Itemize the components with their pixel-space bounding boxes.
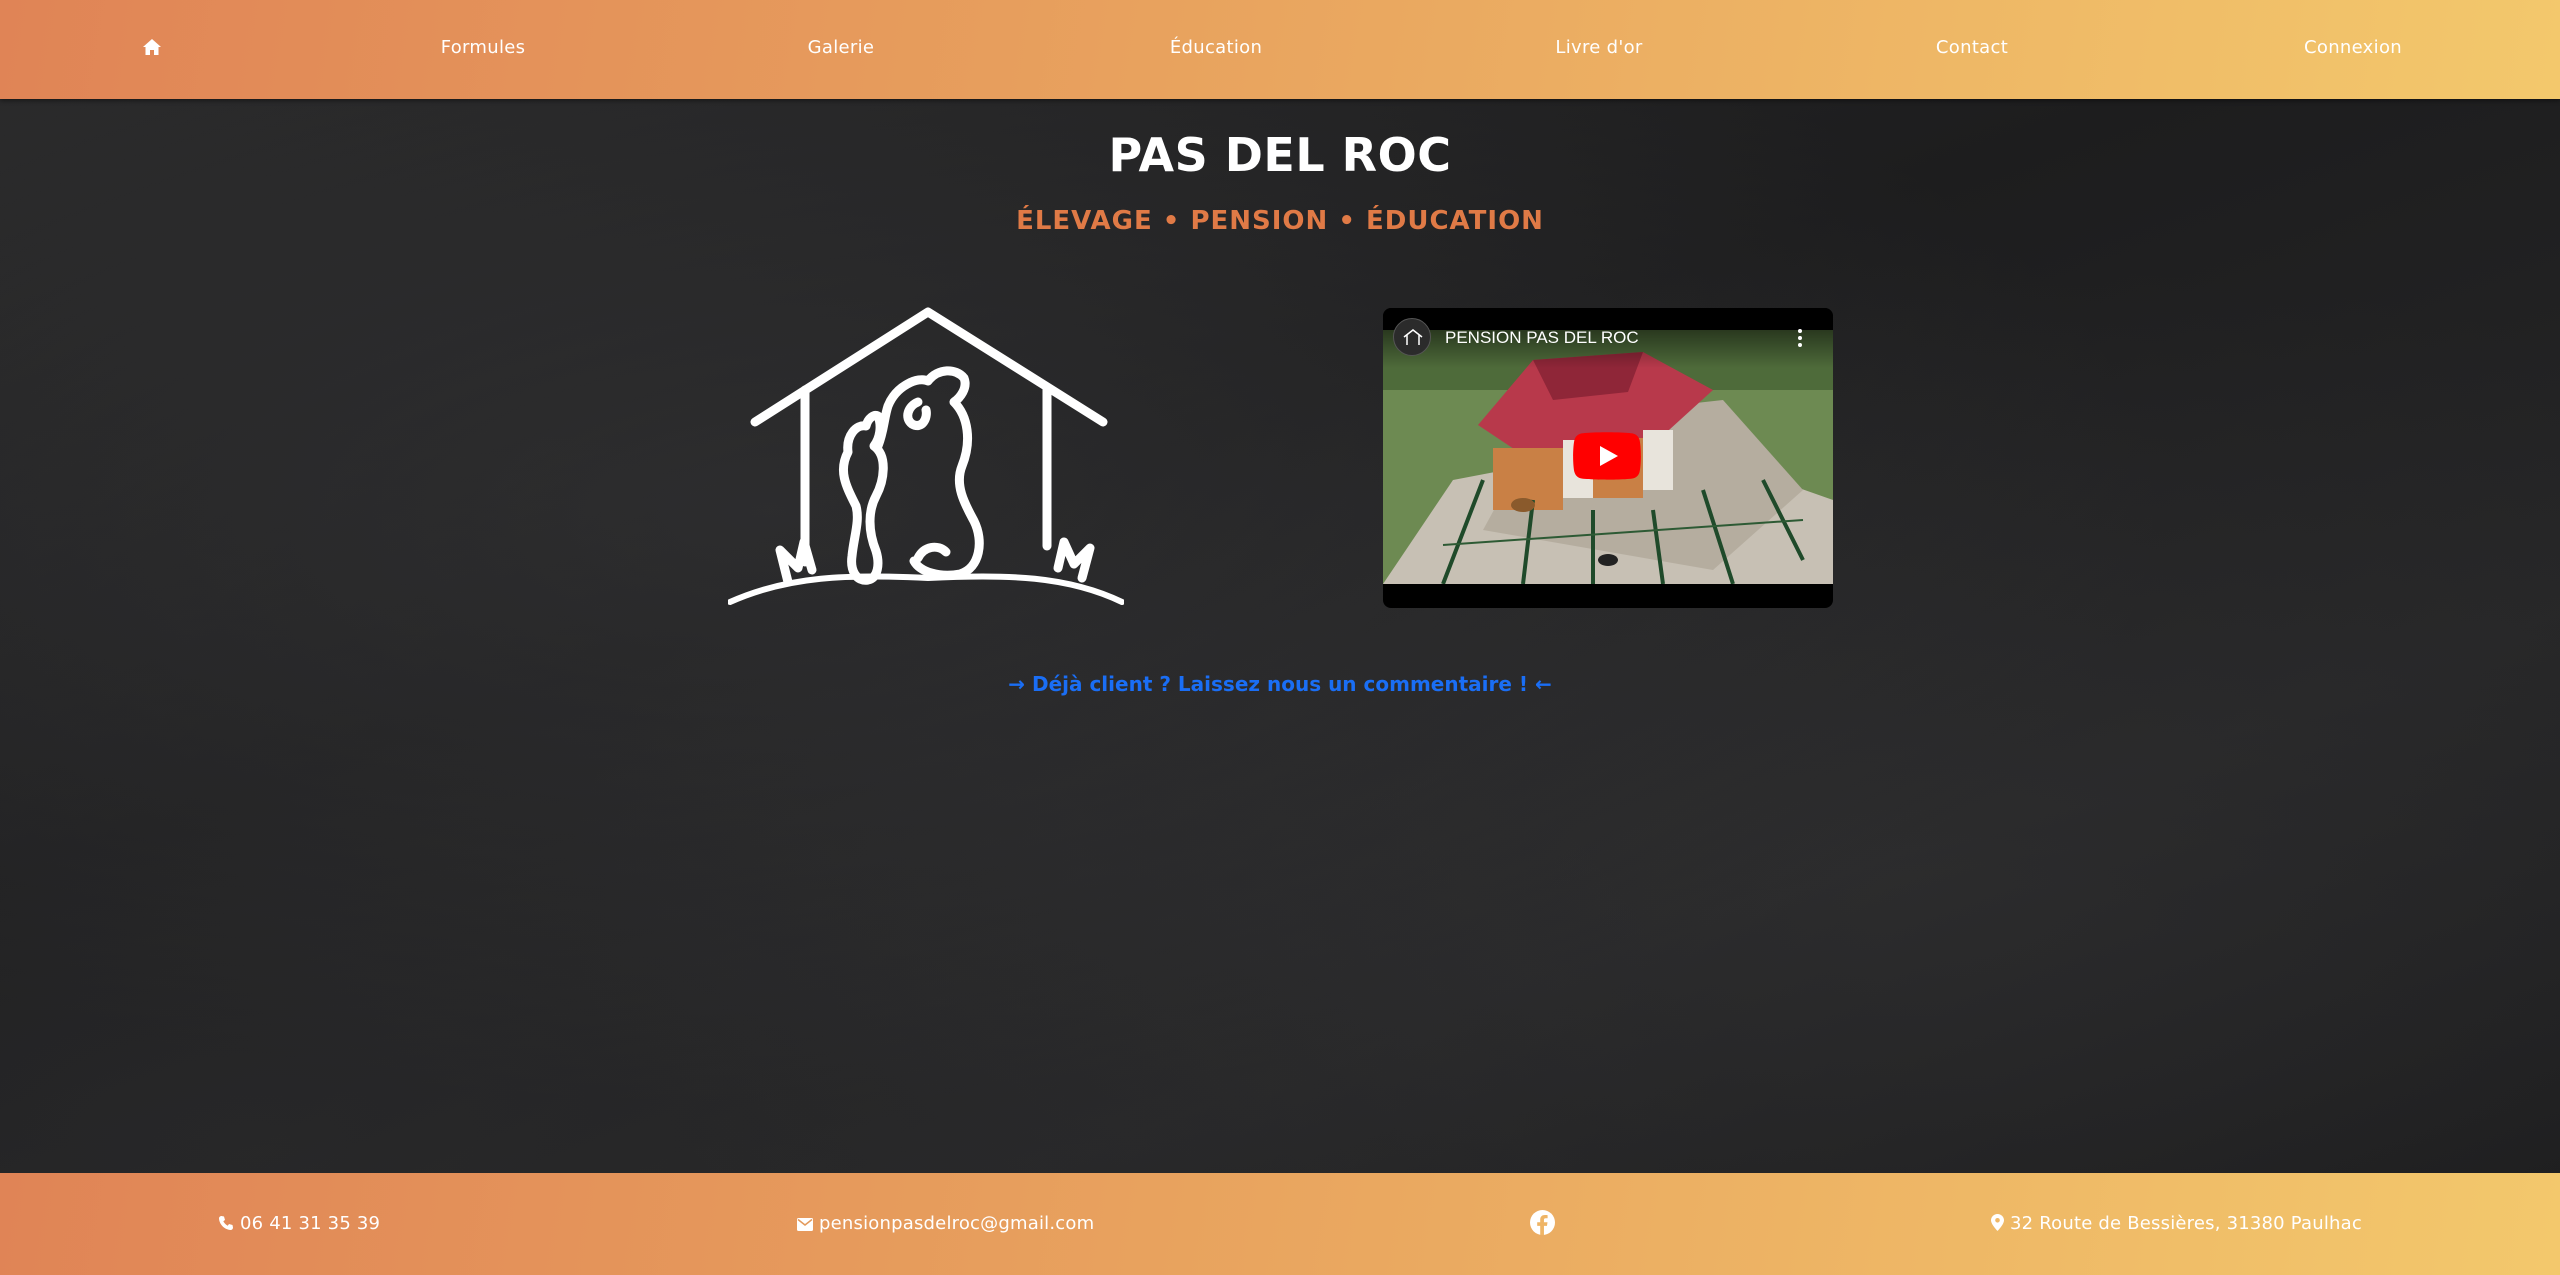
- footer-phone[interactable]: 06 41 31 35 39: [218, 1173, 380, 1275]
- page-subtitle: ÉLEVAGE • PENSION • ÉDUCATION: [1016, 206, 1544, 236]
- map-pin-icon: [1991, 1214, 2004, 1231]
- nav-formules[interactable]: Formules: [441, 0, 526, 99]
- top-navigation: Formules Galerie Éducation Livre d'or Co…: [0, 0, 2560, 99]
- nav-livre-dor[interactable]: Livre d'or: [1555, 0, 1642, 99]
- nav-connexion[interactable]: Connexion: [2304, 0, 2402, 99]
- facebook-icon[interactable]: [1530, 1210, 1555, 1235]
- slate-background: [0, 0, 2560, 1275]
- home-icon[interactable]: [142, 37, 162, 57]
- channel-avatar-icon[interactable]: [1393, 318, 1431, 356]
- video-header: PENSION PAS DEL ROC: [1383, 308, 1833, 368]
- review-link[interactable]: → Déjà client ? Laissez nous un commenta…: [0, 672, 2560, 696]
- more-vert-icon[interactable]: [1797, 328, 1803, 348]
- phone-number: 06 41 31 35 39: [240, 1213, 381, 1234]
- youtube-video-embed[interactable]: PENSION PAS DEL ROC: [1383, 308, 1833, 608]
- footer-address[interactable]: 32 Route de Bessières, 31380 Paulhac: [1991, 1173, 2362, 1275]
- nav-galerie[interactable]: Galerie: [808, 0, 875, 99]
- footer: 06 41 31 35 39 pensionpasdelroc@gmail.co…: [0, 1173, 2560, 1275]
- page-title: PAS DEL ROC: [1108, 128, 1452, 182]
- nav-contact[interactable]: Contact: [1936, 0, 2008, 99]
- phone-icon: [219, 1216, 233, 1230]
- address-text: 32 Route de Bessières, 31380 Paulhac: [2010, 1213, 2362, 1234]
- envelope-icon: [797, 1218, 813, 1231]
- footer-email[interactable]: pensionpasdelroc@gmail.com: [797, 1173, 1094, 1275]
- nav-education[interactable]: Éducation: [1170, 0, 1262, 99]
- email-address: pensionpasdelroc@gmail.com: [819, 1213, 1095, 1234]
- video-title[interactable]: PENSION PAS DEL ROC: [1445, 328, 1639, 348]
- doghouse-logo-icon: [728, 307, 1124, 605]
- youtube-play-icon[interactable]: [1573, 432, 1641, 480]
